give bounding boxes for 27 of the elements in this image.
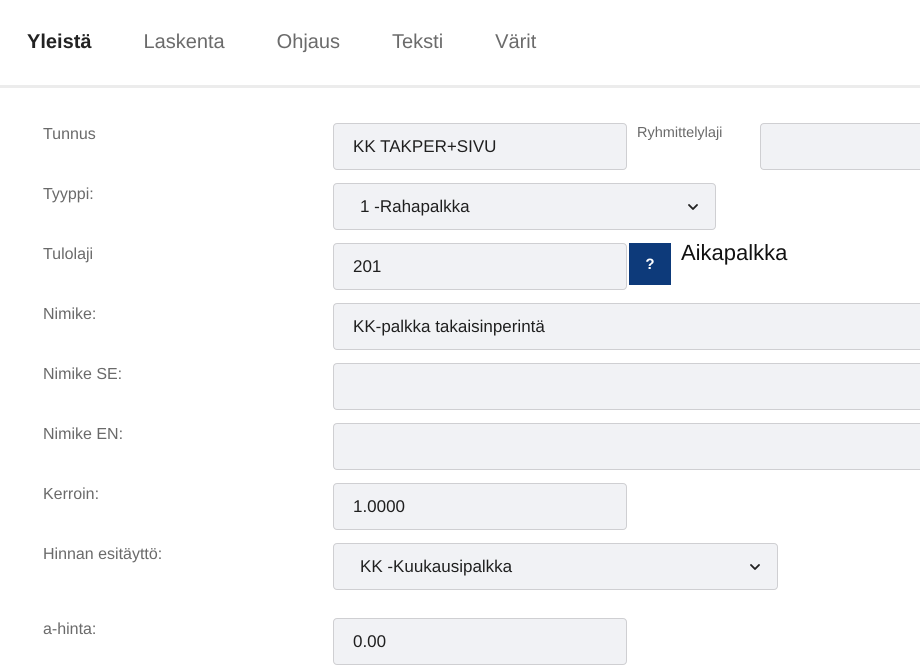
field-label: Ryhmittelylaji — [637, 124, 722, 141]
input-field[interactable]: KK-palkka takaisinperintä — [333, 303, 920, 350]
field-label: a-hinta: — [43, 620, 98, 639]
description-text: Aikapalkka — [681, 240, 788, 266]
tab[interactable]: Värit — [495, 31, 536, 54]
tab[interactable]: Yleistä — [27, 31, 92, 54]
field-label: Tulolaji — [43, 245, 94, 264]
input-field[interactable]: 1.0000 — [333, 483, 627, 530]
input-field[interactable] — [760, 123, 920, 170]
input-field[interactable]: 201 — [333, 243, 627, 290]
field-label: Kerroin: — [43, 485, 100, 504]
input-field[interactable]: KK TAKPER+SIVU — [333, 123, 627, 170]
field-label: Tyyppi: — [43, 185, 95, 204]
tab[interactable]: Teksti — [392, 31, 444, 54]
select-dropdown[interactable]: KK -Kuukausipalkka — [333, 543, 778, 590]
help-button[interactable]: ? — [629, 243, 671, 285]
input-field[interactable]: 0.00 — [333, 618, 627, 665]
field-label: Nimike SE: — [43, 365, 124, 384]
field-label: Hinnan esitäyttö: — [43, 545, 164, 564]
field-label: Nimike: — [43, 305, 98, 324]
input-field[interactable] — [333, 423, 920, 470]
field-label: Nimike EN: — [43, 425, 124, 444]
select-dropdown[interactable]: 1 -Rahapalkka — [333, 183, 716, 230]
tab[interactable]: Ohjaus — [276, 31, 340, 54]
input-field[interactable] — [333, 363, 920, 410]
field-label: Tunnus — [43, 125, 97, 144]
tab[interactable]: Laskenta — [143, 31, 225, 54]
